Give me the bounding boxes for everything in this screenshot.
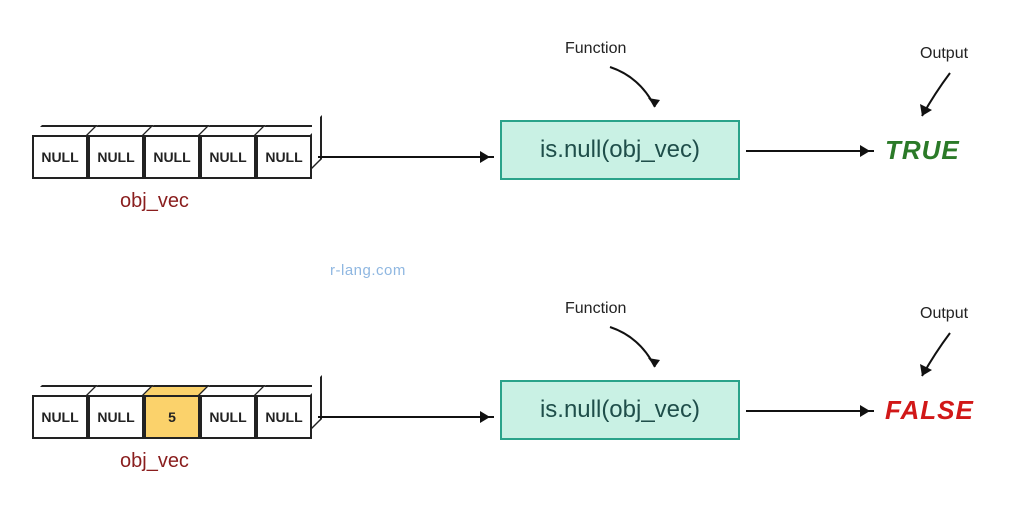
cell: NULL (256, 395, 312, 439)
watermark: r-lang.com (330, 262, 406, 279)
cell-value: NULL (200, 135, 256, 179)
arrow-function-annotation (600, 62, 680, 122)
cell: NULL (144, 135, 200, 179)
cell: NULL (32, 135, 88, 179)
cell: NULL (256, 135, 312, 179)
cell: NULL (88, 135, 144, 179)
arrow-func-to-output (746, 410, 874, 412)
cell-value: NULL (88, 135, 144, 179)
vector-2: NULL NULL 5 NULL NULL (32, 395, 312, 439)
arrow-function-annotation (600, 322, 680, 382)
function-box: is.null(obj_vec) (500, 120, 740, 180)
vector-label: obj_vec (120, 190, 189, 213)
arrow-vec-to-func (318, 416, 494, 418)
vector-label: obj_vec (120, 450, 189, 473)
output-annotation-label: Output (920, 305, 968, 323)
function-annotation-label: Function (565, 300, 626, 318)
arrow-func-to-output (746, 150, 874, 152)
cell-value: NULL (32, 395, 88, 439)
arrow-output-annotation (910, 328, 990, 388)
cell: NULL (200, 395, 256, 439)
cell-highlighted: 5 (144, 395, 200, 439)
output-value: FALSE (885, 395, 974, 426)
cell-value: NULL (256, 395, 312, 439)
function-text: is.null(obj_vec) (540, 136, 700, 164)
cell: NULL (32, 395, 88, 439)
output-annotation-label: Output (920, 45, 968, 63)
cell-value: NULL (88, 395, 144, 439)
cell-value: NULL (256, 135, 312, 179)
cell: NULL (88, 395, 144, 439)
cell: NULL (200, 135, 256, 179)
function-text: is.null(obj_vec) (540, 396, 700, 424)
cell-value: NULL (32, 135, 88, 179)
cell-value: NULL (200, 395, 256, 439)
function-annotation-label: Function (565, 40, 626, 58)
output-value: TRUE (885, 135, 960, 166)
arrow-output-annotation (910, 68, 990, 128)
vector-1: NULL NULL NULL NULL NULL (32, 135, 312, 179)
cell-value: NULL (144, 135, 200, 179)
arrow-vec-to-func (318, 156, 494, 158)
function-box: is.null(obj_vec) (500, 380, 740, 440)
cell-value: 5 (144, 395, 200, 439)
